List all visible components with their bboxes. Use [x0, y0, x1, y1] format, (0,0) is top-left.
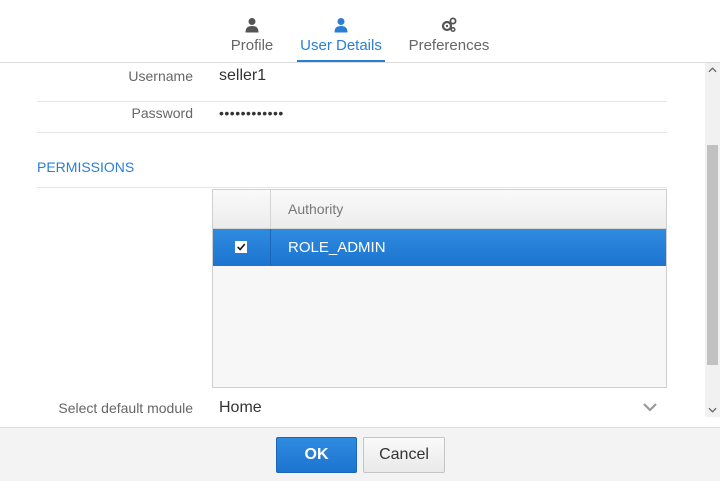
grid-header: Authority	[213, 190, 666, 229]
default-module-label: Select default module	[58, 400, 193, 416]
tab-user-details[interactable]: User Details	[297, 0, 385, 62]
scrollbar-thumb[interactable]	[707, 145, 718, 365]
user-icon	[245, 18, 259, 33]
row-checkbox[interactable]	[235, 241, 247, 253]
tab-preferences-label: Preferences	[408, 37, 490, 54]
divider	[37, 187, 667, 188]
row-checkbox-cell	[213, 229, 271, 266]
dialog-footer: OK Cancel	[0, 427, 720, 481]
username-label: Username	[128, 68, 193, 84]
cancel-button[interactable]: Cancel	[363, 437, 445, 473]
chevron-down-icon	[643, 403, 657, 412]
scroll-down-icon[interactable]	[708, 407, 717, 413]
username-field[interactable]: seller1	[219, 63, 266, 89]
vertical-scrollbar[interactable]	[705, 63, 720, 417]
tab-profile[interactable]: Profile	[226, 0, 278, 62]
password-row: Password ••••••••••••	[37, 94, 667, 133]
tab-profile-label: Profile	[230, 37, 274, 54]
authority-column-header[interactable]: Authority	[288, 190, 343, 228]
permissions-title: PERMISSIONS	[37, 159, 135, 175]
tab-preferences[interactable]: Preferences	[405, 0, 493, 62]
user-icon	[334, 18, 348, 33]
default-module-row: Select default module Home	[37, 389, 667, 427]
gears-icon	[441, 17, 457, 33]
table-row[interactable]: ROLE_ADMIN	[213, 229, 666, 266]
default-module-value: Home	[219, 399, 262, 416]
checkmark-icon	[237, 243, 246, 251]
tab-bar: Profile User Details Preferences	[0, 0, 720, 63]
checkbox-column-header[interactable]	[213, 190, 271, 228]
password-field[interactable]: ••••••••••••	[219, 100, 284, 126]
tab-user-details-label: User Details	[300, 37, 382, 54]
password-label: Password	[131, 105, 193, 121]
user-details-panel: Username seller1 Password •••••••••••• P…	[0, 63, 705, 427]
ok-button[interactable]: OK	[276, 437, 357, 473]
permissions-grid[interactable]: Authority ROLE_ADMIN	[212, 189, 667, 388]
default-module-select[interactable]: Home	[219, 389, 667, 427]
scroll-up-icon[interactable]	[708, 67, 717, 73]
authority-cell: ROLE_ADMIN	[288, 239, 386, 256]
